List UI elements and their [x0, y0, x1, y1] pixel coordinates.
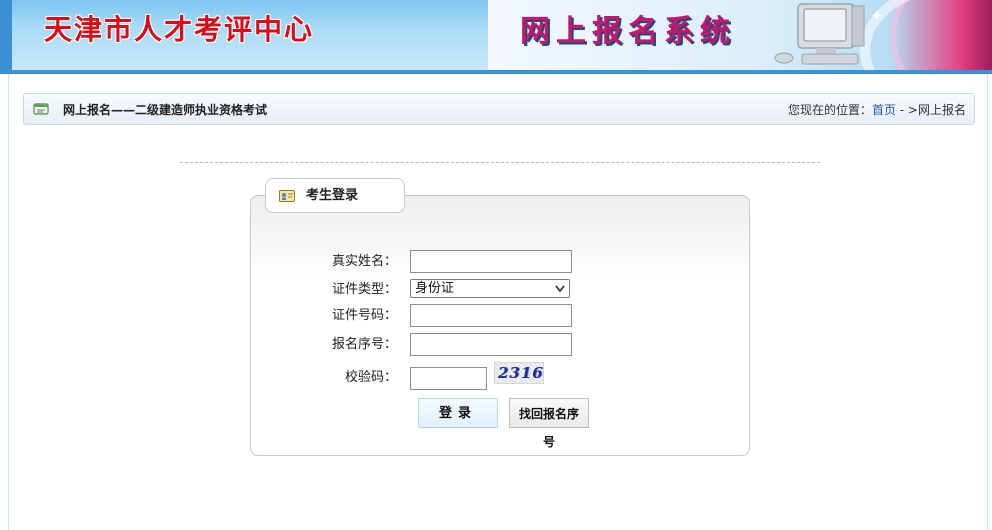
- divider: [180, 162, 820, 163]
- captcha-image[interactable]: 2316: [494, 362, 544, 384]
- site-banner: ✦ 天津市人才考评中心 网上报名系统: [0, 0, 992, 70]
- captcha-input[interactable]: [410, 367, 487, 390]
- system-title: 网上报名系统: [520, 14, 736, 49]
- id-type-label: 证件类型：: [331, 282, 397, 297]
- user-card-icon: [279, 190, 295, 202]
- login-button[interactable]: 登录: [418, 398, 498, 428]
- login-heading: 考生登录: [306, 188, 359, 203]
- captcha-label: 校验码：: [344, 370, 397, 385]
- breadcrumb-prefix: 您现在的位置：: [787, 103, 872, 117]
- reg-number-input[interactable]: [410, 333, 572, 356]
- org-title: 天津市人才考评中心: [44, 13, 315, 46]
- breadcrumb-home-link[interactable]: 首页: [872, 103, 896, 117]
- breadcrumb-current: 网上报名: [917, 103, 966, 117]
- find-reg-number-button[interactable]: 找回报名序号: [509, 398, 589, 449]
- breadcrumb-separator: - >: [895, 103, 918, 117]
- id-type-selected: 身份证: [415, 281, 455, 296]
- id-card-icon: [33, 103, 49, 115]
- page-title: 网上报名——二级建造师执业资格考试: [63, 103, 268, 117]
- breadcrumb-bar: 网上报名——二级建造师执业资格考试 您现在的位置：首页 - >网上报名: [23, 93, 975, 125]
- computer-monitor-icon: [774, 3, 865, 65]
- captcha-text: 2316: [498, 364, 544, 382]
- reg-number-label: 报名序号：: [331, 337, 397, 352]
- chevron-down-icon: [555, 285, 565, 293]
- real-name-input[interactable]: [410, 250, 572, 273]
- id-number-input[interactable]: [410, 304, 572, 327]
- id-type-select[interactable]: 身份证: [410, 279, 570, 298]
- login-panel-tab: 考生登录: [265, 178, 405, 213]
- sparkle-icon: ✦: [870, 6, 884, 25]
- id-number-label: 证件号码：: [331, 308, 397, 323]
- real-name-label: 真实姓名：: [331, 254, 397, 269]
- breadcrumb: 您现在的位置：首页 - >网上报名: [788, 102, 966, 118]
